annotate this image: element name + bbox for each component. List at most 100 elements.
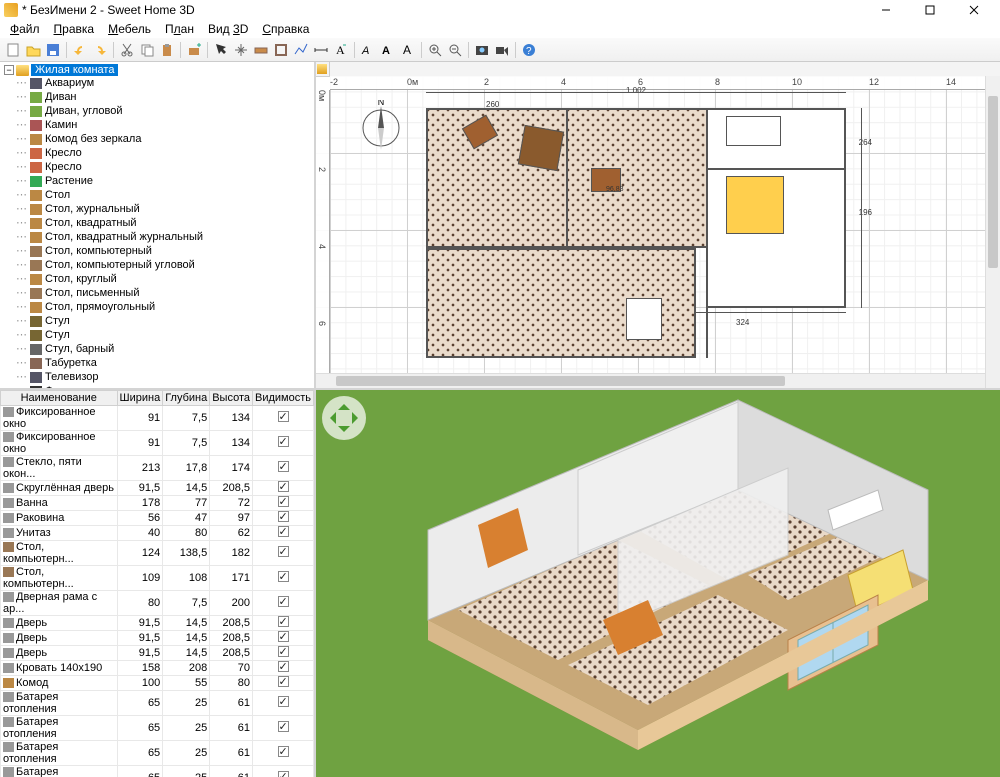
col-header[interactable]: Ширина <box>117 391 163 406</box>
table-row[interactable]: Стекло, пяти окон...21317,8174 <box>1 456 314 481</box>
tree-root[interactable]: − Жилая комната <box>4 64 312 76</box>
bathtub-plan[interactable] <box>726 116 781 146</box>
visibility-checkbox[interactable] <box>253 741 314 766</box>
catalog-item[interactable]: Стул <box>2 314 312 328</box>
label3d-button[interactable]: A <box>379 41 397 59</box>
add-furniture-button[interactable] <box>185 41 203 59</box>
catalog-item[interactable]: Стол, компьютерный угловой <box>2 258 312 272</box>
menu-Правка[interactable]: Правка <box>48 21 101 37</box>
catalog-item[interactable]: Стол, квадратный журнальный <box>2 230 312 244</box>
col-header[interactable]: Высота <box>210 391 253 406</box>
visibility-checkbox[interactable] <box>253 511 314 526</box>
visibility-checkbox[interactable] <box>253 661 314 676</box>
visibility-checkbox[interactable] <box>253 766 314 777</box>
table-row[interactable]: Батарея отопления652561 <box>1 766 314 777</box>
maximize-button[interactable] <box>908 0 952 20</box>
catalog-item[interactable]: Стол, журнальный <box>2 202 312 216</box>
copy-button[interactable] <box>138 41 156 59</box>
catalog-item[interactable]: Стол, компьютерный <box>2 244 312 258</box>
visibility-checkbox[interactable] <box>253 526 314 541</box>
catalog-item[interactable]: Кресло <box>2 146 312 160</box>
new-button[interactable] <box>4 41 22 59</box>
visibility-checkbox[interactable] <box>253 631 314 646</box>
pan-button[interactable] <box>232 41 250 59</box>
text-button[interactable]: A <box>332 41 350 59</box>
zoom-in-button[interactable] <box>426 41 444 59</box>
visibility-checkbox[interactable] <box>253 541 314 566</box>
paste-button[interactable] <box>158 41 176 59</box>
table-row[interactable]: Стол, компьютерн...109108171 <box>1 566 314 591</box>
visibility-checkbox[interactable] <box>253 646 314 661</box>
dimension-button[interactable] <box>312 41 330 59</box>
room-button[interactable] <box>272 41 290 59</box>
table-row[interactable]: Фиксированное окно917,5134 <box>1 431 314 456</box>
table-row[interactable]: Унитаз408062 <box>1 526 314 541</box>
col-header[interactable]: Наименование <box>1 391 118 406</box>
table-row[interactable]: Дверь91,514,5208,5 <box>1 646 314 661</box>
table-row[interactable]: Комод1005580 <box>1 676 314 691</box>
view-3d-pane[interactable] <box>316 390 1000 777</box>
menu-План[interactable]: План <box>159 21 200 37</box>
visibility-checkbox[interactable] <box>253 676 314 691</box>
plan-scrollbar-v[interactable] <box>985 76 1000 388</box>
label-button[interactable]: A <box>359 41 377 59</box>
floor-plan[interactable]: 1 002 260 <box>426 108 846 358</box>
catalog-item[interactable]: Стол, квадратный <box>2 216 312 230</box>
table-row[interactable]: Кровать 140x19015820870 <box>1 661 314 676</box>
table-row[interactable]: Дверная рама с ар...807,5200 <box>1 591 314 616</box>
table-row[interactable]: Раковина564797 <box>1 511 314 526</box>
visibility-checkbox[interactable] <box>253 691 314 716</box>
col-header[interactable]: Видимость <box>253 391 314 406</box>
catalog-tree[interactable]: − Жилая комната ⋯Аквариум⋯Диван⋯Диван, у… <box>0 62 314 390</box>
minimize-button[interactable] <box>864 0 908 20</box>
visibility-checkbox[interactable] <box>253 716 314 741</box>
catalog-item[interactable]: Телевизор <box>2 370 312 384</box>
catalog-item[interactable]: Стол, круглый <box>2 272 312 286</box>
catalog-item[interactable]: Кресло <box>2 160 312 174</box>
table-row[interactable]: Дверь91,514,5208,5 <box>1 616 314 631</box>
plan-2d-pane[interactable]: -20м24681012141618 0м2468 N 1 002 260 <box>316 62 1000 390</box>
table-row[interactable]: Стол, компьютерн...124138,5182 <box>1 541 314 566</box>
undo-button[interactable] <box>71 41 89 59</box>
table-row[interactable]: Батарея отопления652561 <box>1 716 314 741</box>
catalog-item[interactable]: Растение <box>2 174 312 188</box>
visibility-checkbox[interactable] <box>253 616 314 631</box>
catalog-item[interactable]: Стул <box>2 328 312 342</box>
plan-scrollbar-h[interactable] <box>316 373 985 388</box>
visibility-checkbox[interactable] <box>253 566 314 591</box>
furniture-table[interactable]: НаименованиеШиринаГлубинаВысотаВидимость… <box>0 390 314 777</box>
visibility-checkbox[interactable] <box>253 481 314 496</box>
polyline-button[interactable] <box>292 41 310 59</box>
furniture-table-pane[interactable]: НаименованиеШиринаГлубинаВысотаВидимость… <box>0 390 314 777</box>
wall-button[interactable] <box>252 41 270 59</box>
table-row[interactable]: Батарея отопления652561 <box>1 741 314 766</box>
visibility-checkbox[interactable] <box>253 496 314 511</box>
save-button[interactable] <box>44 41 62 59</box>
menu-Справка[interactable]: Справка <box>256 21 315 37</box>
table-plan[interactable] <box>518 125 564 171</box>
catalog-item[interactable]: Стол, прямоугольный <box>2 300 312 314</box>
catalog-item[interactable]: Аквариум <box>2 76 312 90</box>
menu-Вид 3D[interactable]: Вид 3D <box>202 21 254 37</box>
catalog-item[interactable]: Комод без зеркала <box>2 132 312 146</box>
door-plan[interactable] <box>626 298 662 340</box>
catalog-item[interactable]: Камин <box>2 118 312 132</box>
catalog-item[interactable]: Стол, письменный <box>2 286 312 300</box>
visibility-checkbox[interactable] <box>253 431 314 456</box>
catalog-item[interactable]: Табуретка <box>2 356 312 370</box>
table-row[interactable]: Фиксированное окно917,5134 <box>1 406 314 431</box>
table-row[interactable]: Батарея отопления652561 <box>1 691 314 716</box>
table-row[interactable]: Скруглённая дверь91,514,5208,5 <box>1 481 314 496</box>
catalog-item[interactable]: Диван, угловой <box>2 104 312 118</box>
open-button[interactable] <box>24 41 42 59</box>
table-row[interactable]: Дверь91,514,5208,5 <box>1 631 314 646</box>
help-button[interactable]: ? <box>520 41 538 59</box>
catalog-item[interactable]: Стул, барный <box>2 342 312 356</box>
select-button[interactable] <box>212 41 230 59</box>
catalog-item[interactable]: Диван <box>2 90 312 104</box>
compass-button[interactable]: A <box>399 41 417 59</box>
catalog-item[interactable]: Стол <box>2 188 312 202</box>
close-button[interactable] <box>952 0 996 20</box>
visibility-checkbox[interactable] <box>253 406 314 431</box>
menu-Мебель[interactable]: Мебель <box>102 21 157 37</box>
